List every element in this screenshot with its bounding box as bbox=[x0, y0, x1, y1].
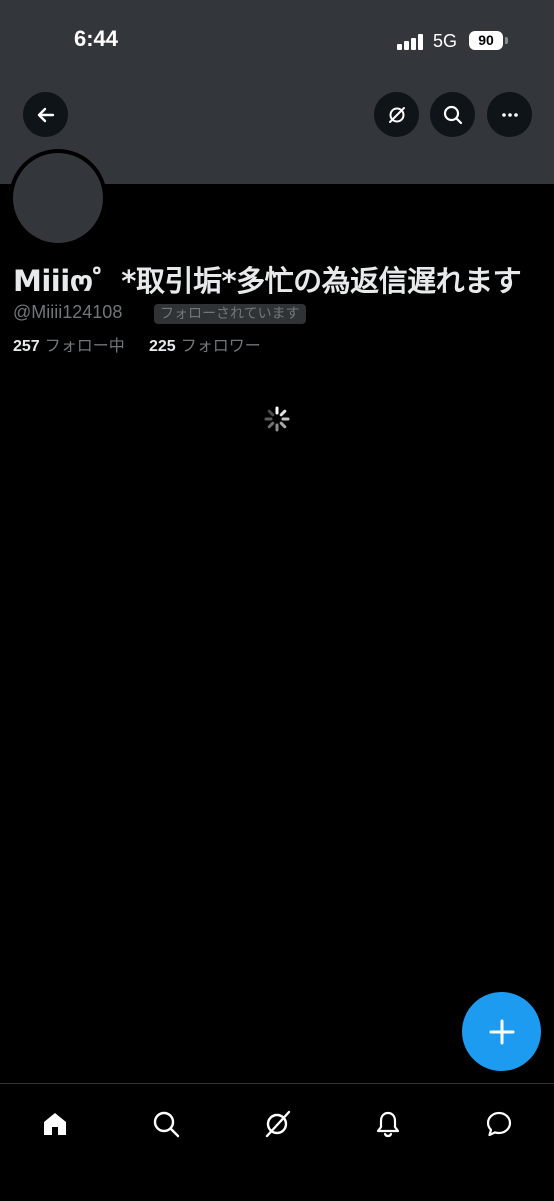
back-button[interactable] bbox=[23, 92, 68, 137]
followers-label: フォロワー bbox=[180, 336, 261, 355]
following-count: 257 bbox=[13, 338, 40, 355]
search-icon bbox=[153, 1111, 180, 1138]
more-button[interactable] bbox=[487, 92, 532, 137]
bottom-tab-bar bbox=[0, 1083, 554, 1201]
tab-messages[interactable] bbox=[479, 1104, 519, 1144]
avatar[interactable] bbox=[9, 149, 107, 247]
battery-icon: 90 bbox=[469, 31, 503, 50]
followers-count: 225 bbox=[149, 338, 176, 355]
status-time: 6:44 bbox=[74, 26, 119, 51]
follow-stats: 257 フォロー中 225 フォロワー bbox=[13, 332, 261, 356]
tab-notifications[interactable] bbox=[368, 1104, 408, 1144]
tab-search[interactable] bbox=[146, 1104, 186, 1144]
loading-spinner-icon bbox=[264, 406, 290, 432]
network-type: 5G bbox=[433, 31, 458, 51]
followers-link[interactable]: 225 フォロワー bbox=[149, 336, 261, 355]
avatar-placeholder bbox=[13, 153, 103, 243]
following-link[interactable]: 257 フォロー中 bbox=[13, 336, 130, 355]
more-icon bbox=[501, 112, 518, 117]
signal-icon bbox=[397, 34, 425, 50]
follows-you-badge: フォローされています bbox=[154, 304, 306, 324]
display-name: Miiiო゜*取引垢*多忙の為返信遅れます bbox=[13, 264, 522, 298]
handle: @Miiii124108 bbox=[13, 302, 123, 322]
battery-tip bbox=[505, 37, 508, 44]
compose-button[interactable] bbox=[462, 992, 541, 1071]
arrow-left-icon bbox=[37, 107, 54, 122]
grok-button[interactable] bbox=[374, 92, 419, 137]
home-icon bbox=[44, 1113, 66, 1135]
grok-icon bbox=[388, 106, 405, 123]
search-button[interactable] bbox=[430, 92, 475, 137]
grok-icon bbox=[265, 1110, 291, 1138]
tab-grok[interactable] bbox=[257, 1104, 297, 1144]
search-icon bbox=[443, 105, 462, 124]
tab-home[interactable] bbox=[35, 1104, 75, 1144]
plus-icon bbox=[489, 1019, 514, 1044]
following-label: フォロー中 bbox=[44, 336, 125, 355]
bell-icon bbox=[376, 1111, 400, 1138]
status-bar: 6:44 5G 90 bbox=[0, 0, 554, 80]
message-icon bbox=[486, 1111, 512, 1137]
